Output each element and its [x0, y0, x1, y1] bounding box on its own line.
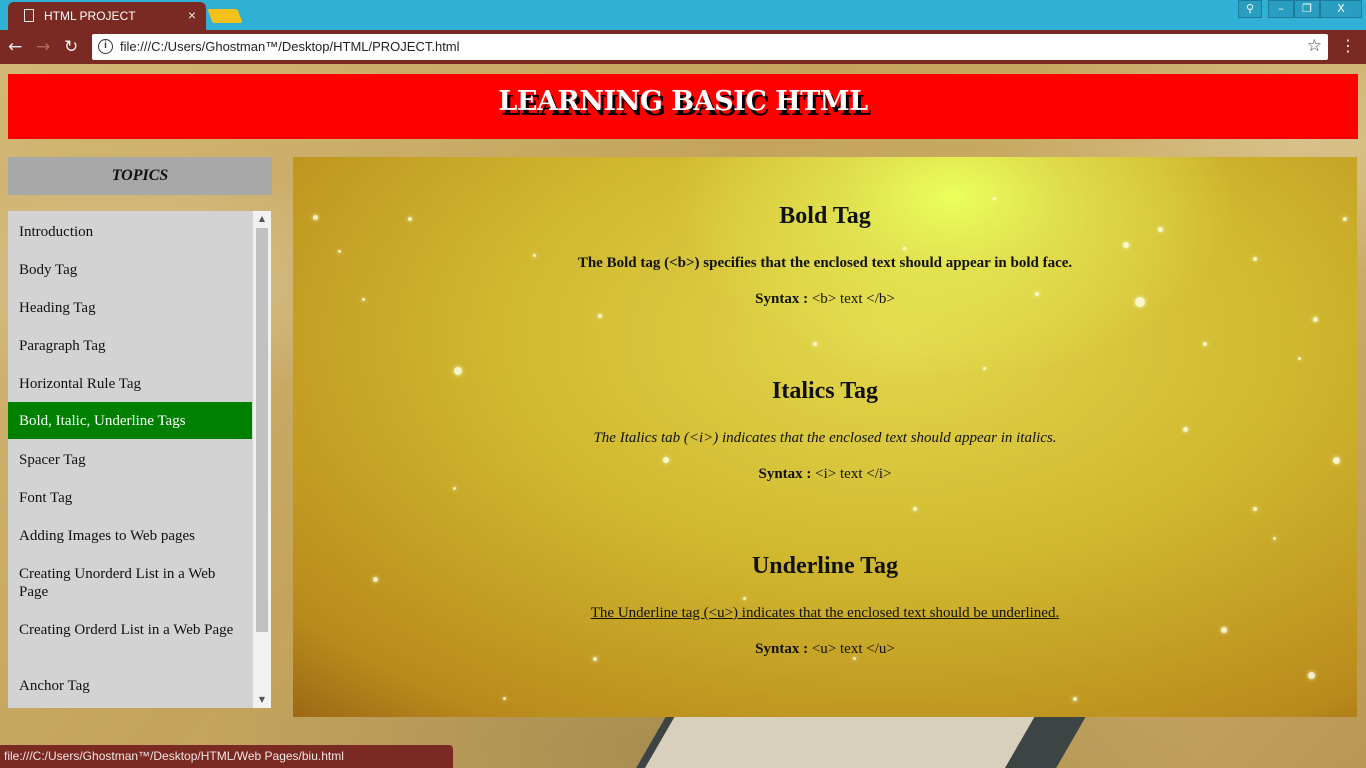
sparkle-dot [983, 367, 986, 370]
scroll-up-arrow-icon[interactable]: ▲ [253, 211, 271, 227]
bold-title: Bold Tag [779, 203, 871, 229]
italics-title: Italics Tag [771, 378, 879, 404]
address-bar[interactable]: i file:///C:/Users/Ghostman™/Desktop/HTM… [92, 34, 1328, 60]
sparkle-dot [1073, 697, 1077, 701]
sparkle-dot [454, 367, 462, 375]
topics-scrollbar[interactable]: ▲ ▼ [253, 211, 271, 708]
book-pages-image [642, 712, 1038, 768]
syntax-label: Syntax : [758, 466, 812, 482]
browser-title-bar: HTML PROJECT × ⚲ – ❐ X [0, 0, 1366, 30]
info-icon[interactable]: i [98, 39, 113, 54]
topic-heading-tag[interactable]: Heading Tag [8, 299, 252, 317]
tab-title: HTML PROJECT [44, 9, 136, 23]
sparkle-dot [1308, 672, 1315, 679]
minimize-button[interactable]: – [1268, 0, 1294, 18]
bold-section: Bold Tag The Bold tag (<b>) specifies th… [293, 203, 1357, 308]
topic-unordered-list[interactable]: Creating Unorderd List in a Web Page [8, 565, 252, 601]
topic-font-tag[interactable]: Font Tag [8, 489, 252, 507]
sparkle-dot [1298, 357, 1301, 360]
topic-horizontal-rule-tag[interactable]: Horizontal Rule Tag [8, 375, 252, 393]
topic-introduction[interactable]: Introduction [8, 223, 252, 241]
content-panel: Bold Tag The Bold tag (<b>) specifies th… [293, 157, 1357, 717]
url-text[interactable]: file:///C:/Users/Ghostman™/Desktop/HTML/… [120, 39, 460, 54]
browser-menu-icon[interactable]: ⋮ [1340, 36, 1356, 55]
sparkle-dot [503, 697, 506, 700]
sparkle-dot [453, 487, 456, 490]
bookmark-star-icon[interactable]: ☆ [1307, 36, 1322, 56]
forward-icon[interactable]: → [36, 37, 50, 57]
italics-description: The Italics tab (<i>) indicates that the… [593, 430, 1057, 446]
underline-title: Underline Tag [751, 553, 899, 579]
bold-syntax: Syntax : <b> text </b> [293, 291, 1357, 308]
scroll-down-arrow-icon[interactable]: ▼ [253, 692, 271, 708]
topics-list[interactable]: Introduction Body Tag Heading Tag Paragr… [8, 211, 271, 708]
page-header: LEARNING BASIC HTML [8, 74, 1358, 139]
topic-anchor-tag[interactable]: Anchor Tag [8, 677, 252, 695]
tab-close-icon[interactable]: × [188, 7, 196, 23]
browser-tab[interactable]: HTML PROJECT × [8, 2, 206, 30]
back-icon[interactable]: ← [8, 37, 22, 57]
sparkle-dot [913, 507, 917, 511]
browser-toolbar: ← → ↻ i file:///C:/Users/Ghostman™/Deskt… [0, 30, 1366, 64]
sparkle-dot [1273, 537, 1276, 540]
topic-ordered-list[interactable]: Creating Orderd List in a Web Page [8, 621, 252, 639]
scroll-thumb[interactable] [256, 228, 268, 632]
sparkle-dot [1253, 507, 1257, 511]
status-bar-link-preview: file:///C:/Users/Ghostman™/Desktop/HTML/… [0, 745, 453, 768]
sparkle-dot [813, 342, 817, 346]
topics-heading-box: TOPICS [8, 157, 272, 195]
page-icon [24, 9, 34, 22]
topics-heading: TOPICS [111, 167, 169, 184]
bold-description: The Bold tag (<b>) specifies that the en… [577, 255, 1073, 271]
topic-bold-italic-underline-tags[interactable]: Bold, Italic, Underline Tags [8, 402, 252, 439]
sparkle-dot [993, 197, 996, 200]
profile-icon[interactable]: ⚲ [1238, 0, 1262, 18]
underline-syntax: Syntax : <u> text </u> [293, 641, 1357, 658]
topic-spacer-tag[interactable]: Spacer Tag [8, 451, 252, 469]
reload-icon[interactable]: ↻ [64, 37, 78, 57]
sparkle-dot [1203, 342, 1207, 346]
syntax-code: <u> text </u> [808, 641, 895, 657]
new-tab-button[interactable] [207, 9, 243, 23]
syntax-label: Syntax : [755, 641, 809, 657]
syntax-code: <b> text </b> [808, 291, 895, 307]
underline-description: The Underline tag (<u>) indicates that t… [590, 605, 1060, 621]
restore-button[interactable]: ❐ [1294, 0, 1320, 18]
italics-syntax: Syntax : <i> text </i> [293, 466, 1357, 483]
syntax-label: Syntax : [755, 291, 809, 307]
page-title: LEARNING BASIC HTML [498, 86, 868, 117]
sparkle-dot [1313, 317, 1318, 322]
topic-body-tag[interactable]: Body Tag [8, 261, 252, 279]
topic-paragraph-tag[interactable]: Paragraph Tag [8, 337, 252, 355]
close-window-button[interactable]: X [1320, 0, 1362, 18]
italics-section: Italics Tag The Italics tab (<i>) indica… [293, 378, 1357, 483]
page-viewport: LEARNING BASIC HTML TOPICS Introduction … [0, 64, 1366, 768]
underline-section: Underline Tag The Underline tag (<u>) in… [293, 553, 1357, 658]
topic-adding-images[interactable]: Adding Images to Web pages [8, 527, 252, 545]
sparkle-dot [598, 314, 602, 318]
syntax-code: <i> text </i> [811, 466, 892, 482]
